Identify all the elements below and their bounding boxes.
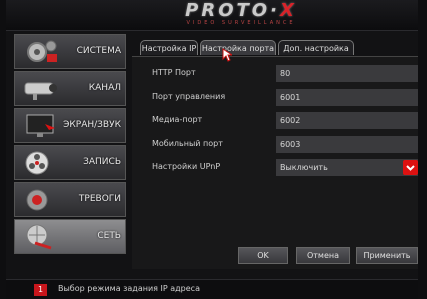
sidebar-item-record[interactable]: ЗАПИСЬ	[14, 145, 126, 180]
film-reel-icon	[25, 151, 49, 175]
logo-wordmark: PROTO·X	[185, 0, 297, 21]
sidebar-item-network[interactable]: СЕТЬ	[14, 219, 126, 254]
http-port-field[interactable]: 80	[276, 65, 418, 82]
sidebar-item-display[interactable]: ЭКРАН/ЗВУК	[14, 108, 126, 143]
settings-panel: Настройка IP Настройка порта Доп. настро…	[132, 40, 418, 278]
sidebar-item-label: ТРЕВОГИ	[78, 194, 121, 204]
monitor-icon	[26, 114, 55, 137]
dvr-screen: PROTO·X VIDEO SURVEILLANCE СИСТЕМА КАНАЛ	[6, 0, 418, 296]
sidebar-item-label: ЭКРАН/ЗВУК	[63, 120, 121, 130]
camera-icon	[24, 82, 57, 100]
network-icon	[26, 224, 52, 250]
control-port-label: Порт управления	[152, 92, 226, 101]
sidebar-item-label: СЕТЬ	[97, 231, 121, 241]
upnp-row: Настройки UPnP Выключить	[132, 159, 418, 177]
chevron-down-icon	[406, 165, 415, 171]
sidebar-item-system[interactable]: СИСТЕМА	[14, 34, 126, 69]
cancel-button[interactable]: Отмена	[296, 247, 350, 264]
control-port-field[interactable]: 6001	[276, 89, 418, 106]
control-port-row: Порт управления 6001	[132, 89, 418, 107]
media-port-row: Медиа-порт 6002	[132, 112, 418, 130]
status-badge: 1	[34, 284, 47, 296]
tab-advanced-settings[interactable]: Доп. настройка	[278, 40, 354, 55]
sidebar-item-label: СИСТЕМА	[76, 46, 121, 56]
gear-icon	[27, 40, 57, 62]
upnp-selected-value: Выключить	[280, 163, 328, 172]
sidebar-item-alarms[interactable]: ТРЕВОГИ	[14, 182, 126, 217]
mobile-port-label: Мобильный порт	[152, 139, 223, 148]
status-message: Выбор режима задания IP адреса	[58, 284, 200, 293]
sidebar-item-label: ЗАПИСЬ	[83, 157, 121, 167]
ok-button[interactable]: OK	[238, 247, 288, 264]
upnp-label: Настройки UPnP	[152, 162, 221, 171]
alarm-siren-icon	[26, 189, 48, 211]
sidebar-item-channel[interactable]: КАНАЛ	[14, 71, 126, 106]
port-settings-form: HTTP Порт 80 Порт управления 6001 Медиа-…	[132, 56, 418, 269]
sidebar-item-label: КАНАЛ	[88, 83, 121, 93]
upnp-select[interactable]: Выключить	[276, 159, 418, 176]
status-bar: 1 Выбор режима задания IP адреса	[6, 279, 418, 299]
mouse-cursor-icon	[222, 48, 232, 62]
media-port-label: Медиа-порт	[152, 115, 203, 124]
tab-port-settings[interactable]: Настройка порта	[200, 40, 276, 55]
media-port-field[interactable]: 6002	[276, 112, 418, 129]
brand-logo: PROTO·X VIDEO SURVEILLANCE	[171, 2, 311, 28]
upnp-dropdown-button[interactable]	[403, 160, 418, 175]
sidebar: СИСТЕМА КАНАЛ ЭКРАН/ЗВУК ЗАПИСЬ ТРЕВОГИ …	[14, 34, 126, 256]
http-port-row: HTTP Порт 80	[132, 65, 418, 83]
header-bar: PROTO·X VIDEO SURVEILLANCE	[6, 0, 418, 31]
http-port-label: HTTP Порт	[152, 68, 196, 77]
tab-ip-settings[interactable]: Настройка IP	[140, 40, 198, 55]
mobile-port-field[interactable]: 6003	[276, 136, 418, 153]
apply-button[interactable]: Применить	[356, 247, 418, 264]
mobile-port-row: Мобильный порт 6003	[132, 136, 418, 154]
logo-tagline: VIDEO SURVEILLANCE	[186, 20, 296, 26]
